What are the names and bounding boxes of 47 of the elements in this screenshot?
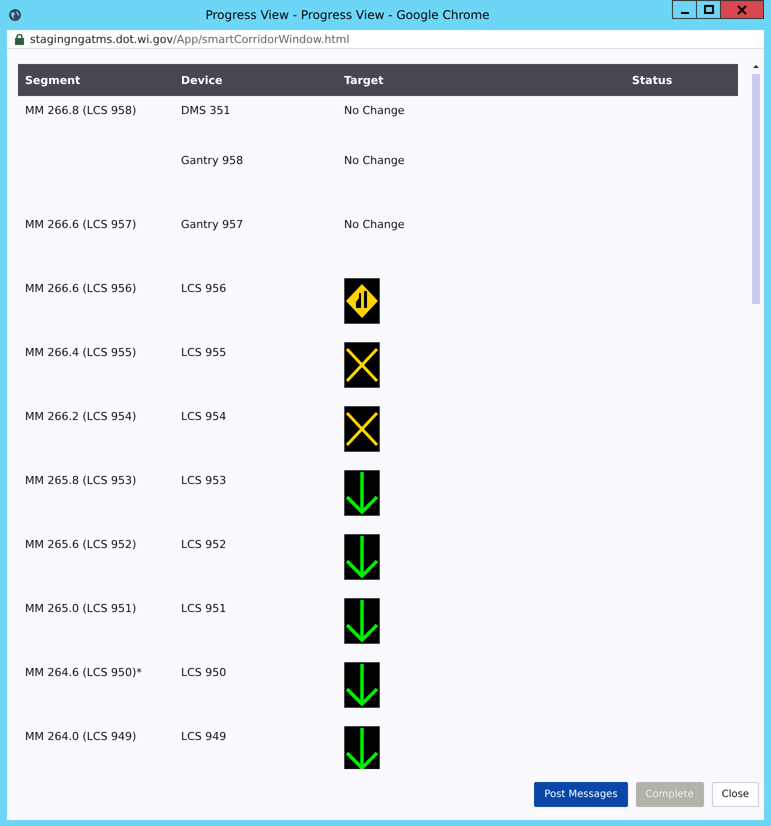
down-arrow-sign-icon xyxy=(344,598,380,644)
device-cell-text: DMS 351 xyxy=(181,104,232,117)
target-cell: No Change xyxy=(344,154,405,167)
lane-merge-sign-icon xyxy=(344,278,380,324)
segment-cell-text: MM 266.8 (LCS 958) xyxy=(24,104,138,117)
segment-cell-text: MM 265.6 (LCS 952) xyxy=(24,538,138,551)
segment-cell-text: MM 265.8 (LCS 953) xyxy=(24,474,138,487)
down-arrow-sign-icon xyxy=(344,470,380,516)
globe-icon xyxy=(8,8,22,22)
segment-cell-text: MM 266.4 (LCS 955) xyxy=(24,346,138,359)
device-cell-text: LCS 952 xyxy=(181,538,228,551)
segment-cell-text: MM 264.0 (LCS 949) xyxy=(24,730,138,743)
segment-cell-text: MM 264.6 (LCS 950)* xyxy=(24,666,143,679)
device-cell-text: LCS 951 xyxy=(181,602,228,615)
dialog-button[interactable]: Close xyxy=(712,782,759,807)
device-cell-text: LCS 956 xyxy=(181,282,228,295)
x-sign-icon xyxy=(344,342,380,388)
device-cell-text: LCS 950 xyxy=(181,666,228,679)
target-cell: No Change xyxy=(344,104,405,117)
column-header: Segment xyxy=(24,74,82,86)
segment-cell-text: MM 266.6 (LCS 956) xyxy=(24,282,138,295)
device-cell-text: LCS 953 xyxy=(181,474,228,487)
close-icon xyxy=(737,4,747,14)
column-header: Target xyxy=(344,74,385,86)
down-arrow-sign-icon xyxy=(344,534,380,580)
maximize-button[interactable] xyxy=(696,0,721,19)
device-cell-text: LCS 955 xyxy=(181,346,228,359)
down-arrow-sign-icon xyxy=(344,662,380,708)
device-cell-text: LCS 954 xyxy=(181,410,228,423)
column-header: Status xyxy=(632,74,674,86)
device-cell-text: Gantry 958 xyxy=(181,154,244,167)
minimize-icon xyxy=(680,12,688,14)
close-button[interactable] xyxy=(720,0,764,19)
dialog-button[interactable]: Post Messages xyxy=(534,782,628,807)
segment-cell-text: MM 266.2 (LCS 954) xyxy=(24,410,138,423)
device-cell-text: LCS 949 xyxy=(181,730,228,743)
x-sign-icon xyxy=(344,406,380,452)
maximize-icon xyxy=(704,4,714,14)
down-arrow-sign-icon xyxy=(344,726,380,769)
target-cell: No Change xyxy=(344,218,405,231)
segment-cell-text: MM 265.0 (LCS 951) xyxy=(24,602,138,615)
column-header: Device xyxy=(181,74,224,86)
segment-cell-text: MM 266.6 (LCS 957) xyxy=(24,218,138,231)
device-cell-text: Gantry 957 xyxy=(181,218,244,231)
window-title: Progress View - Progress View - Google Chrome xyxy=(204,8,491,22)
minimize-button[interactable] xyxy=(672,0,697,19)
lock-icon xyxy=(15,34,24,44)
